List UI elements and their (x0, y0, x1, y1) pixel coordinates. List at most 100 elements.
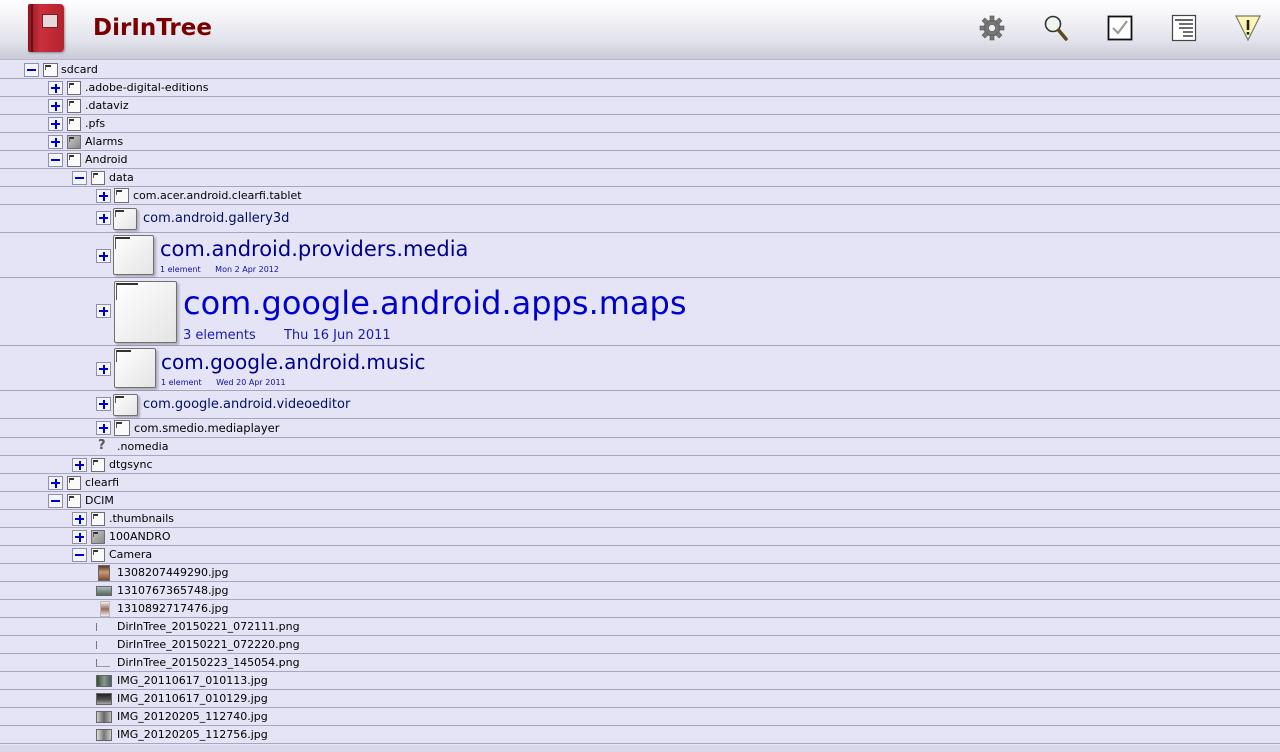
folder-icon (67, 476, 81, 490)
tree-label: clearfi (85, 476, 120, 489)
tree-row-folder[interactable]: Camera (0, 546, 1280, 564)
tree-label: com.google.android.music (161, 350, 426, 374)
tree-row-sdcard[interactable]: sdcard (0, 61, 1280, 79)
folder-gray-icon (91, 530, 105, 544)
expand-toggle[interactable] (48, 81, 63, 95)
collapse-toggle[interactable] (72, 548, 87, 562)
tree-label: DirInTree_20150221_072111.png (117, 620, 300, 633)
folder-meta: 1 element Wed 20 Apr 2011 (161, 378, 286, 387)
folder-icon (67, 117, 81, 131)
tree-row-folder[interactable]: com.google.android.apps.maps 3 elements … (0, 278, 1280, 346)
tree-row-file[interactable]: ? .nomedia (0, 438, 1280, 456)
expand-toggle[interactable] (48, 99, 63, 113)
tree-row-folder[interactable]: .adobe-digital-editions (0, 79, 1280, 97)
tree-label: Alarms (85, 135, 124, 148)
collapse-toggle[interactable] (48, 494, 63, 508)
folder-icon (67, 494, 81, 508)
collapse-toggle[interactable] (72, 171, 87, 185)
expand-toggle[interactable] (72, 458, 87, 472)
tree-row-folder[interactable]: .pfs (0, 115, 1280, 133)
collapse-toggle[interactable] (24, 63, 39, 77)
folder-icon (113, 394, 138, 416)
app-title: DirInTree (93, 15, 212, 41)
tree-row-folder[interactable]: .thumbnails (0, 510, 1280, 528)
unknown-file-icon: ? (98, 438, 106, 453)
search-icon[interactable] (1041, 12, 1071, 44)
tree-row-file[interactable]: IMG_20110617_010113.jpg (0, 672, 1280, 690)
tree-label: com.android.providers.media (160, 237, 469, 261)
element-count: 1 element (160, 265, 201, 274)
tree-label: .adobe-digital-editions (85, 81, 209, 94)
tree-row-folder[interactable]: Alarms (0, 133, 1280, 151)
tree-row-folder[interactable]: com.android.gallery3d (0, 205, 1280, 233)
tree-label: IMG_20120205_112756.jpg (117, 728, 268, 741)
expand-toggle[interactable] (96, 362, 111, 376)
expand-toggle[interactable] (96, 249, 111, 263)
element-count: 3 elements (183, 328, 256, 343)
image-thumbnail-icon (96, 586, 112, 596)
expand-toggle[interactable] (96, 397, 111, 411)
folder-icon (114, 188, 129, 203)
tree-label: com.google.android.videoeditor (143, 397, 351, 412)
tree-row-folder[interactable]: .dataviz (0, 97, 1280, 115)
expand-toggle[interactable] (48, 135, 63, 149)
tree-row-file[interactable]: 1310892717476.jpg (0, 600, 1280, 618)
tree-row-folder[interactable]: DCIM (0, 492, 1280, 510)
image-thumbnail-icon (96, 623, 110, 631)
warning-icon[interactable] (1233, 12, 1263, 44)
tree-row-folder[interactable]: dtgsync (0, 456, 1280, 474)
tree-label: com.android.gallery3d (143, 211, 290, 226)
sdcard-icon (43, 63, 58, 77)
tree-label: Android (85, 153, 128, 166)
tree-label: 1310767365748.jpg (117, 584, 229, 597)
element-count: 1 element (161, 378, 202, 387)
settings-gear-icon[interactable] (977, 12, 1007, 44)
expand-toggle[interactable] (72, 512, 87, 526)
tree-row-file[interactable]: DirInTree_20150221_072220.png (0, 636, 1280, 654)
image-thumbnail-icon (96, 711, 112, 723)
image-thumbnail-icon (96, 641, 110, 649)
folder-icon (114, 420, 130, 436)
tree-row-file[interactable]: DirInTree_20150221_072111.png (0, 618, 1280, 636)
select-checkbox-icon[interactable] (1105, 12, 1135, 44)
expand-toggle[interactable] (96, 189, 111, 203)
tree-row-folder[interactable]: 100ANDRO (0, 528, 1280, 546)
expand-toggle[interactable] (96, 421, 111, 435)
tree-row-folder[interactable]: com.smedio.mediaplayer (0, 419, 1280, 438)
list-view-icon[interactable] (1169, 12, 1199, 44)
tree-label: DirInTree_20150221_072220.png (117, 638, 300, 651)
tree-row-folder[interactable]: Android (0, 151, 1280, 169)
expand-toggle[interactable] (48, 117, 63, 131)
collapse-toggle[interactable] (48, 153, 63, 167)
app-book-icon (28, 4, 64, 52)
tree-row-folder[interactable]: com.android.providers.media 1 element Mo… (0, 233, 1280, 278)
folder-icon (91, 171, 105, 185)
directory-tree: sdcard .adobe-digital-editions .dataviz … (0, 61, 1280, 745)
expand-toggle[interactable] (72, 530, 87, 544)
tree-row-file[interactable]: 1310767365748.jpg (0, 582, 1280, 600)
expand-toggle[interactable] (96, 211, 111, 225)
image-thumbnail-icon (96, 729, 112, 741)
tree-row-file[interactable]: DirInTree_20150223_145054.png (0, 654, 1280, 672)
tree-row-file[interactable]: IMG_20120205_112740.jpg (0, 708, 1280, 726)
tree-row-folder[interactable]: com.acer.android.clearfi.tablet (0, 187, 1280, 205)
folder-icon (67, 153, 81, 167)
tree-row-file[interactable]: 1308207449290.jpg (0, 564, 1280, 582)
tree-label: .nomedia (117, 440, 169, 453)
tree-row-folder[interactable]: com.google.android.music 1 element Wed 2… (0, 346, 1280, 391)
tree-row-folder[interactable]: clearfi (0, 474, 1280, 492)
tree-row-file[interactable]: IMG_20110617_010129.jpg (0, 690, 1280, 708)
image-thumbnail-icon (98, 565, 110, 581)
expand-toggle[interactable] (96, 304, 111, 318)
expand-toggle[interactable] (48, 476, 63, 490)
image-thumbnail-icon (100, 601, 110, 617)
folder-icon (91, 458, 105, 472)
folder-icon (91, 512, 105, 526)
action-bar: DirInTree (0, 0, 1280, 60)
tree-label: 100ANDRO (109, 530, 171, 543)
tree-row-folder[interactable]: com.google.android.videoeditor (0, 391, 1280, 419)
modified-date: Thu 16 Jun 2011 (283, 328, 391, 343)
tree-row-folder[interactable]: data (0, 169, 1280, 187)
folder-icon (113, 208, 137, 230)
tree-row-file[interactable]: IMG_20120205_112756.jpg (0, 726, 1280, 744)
